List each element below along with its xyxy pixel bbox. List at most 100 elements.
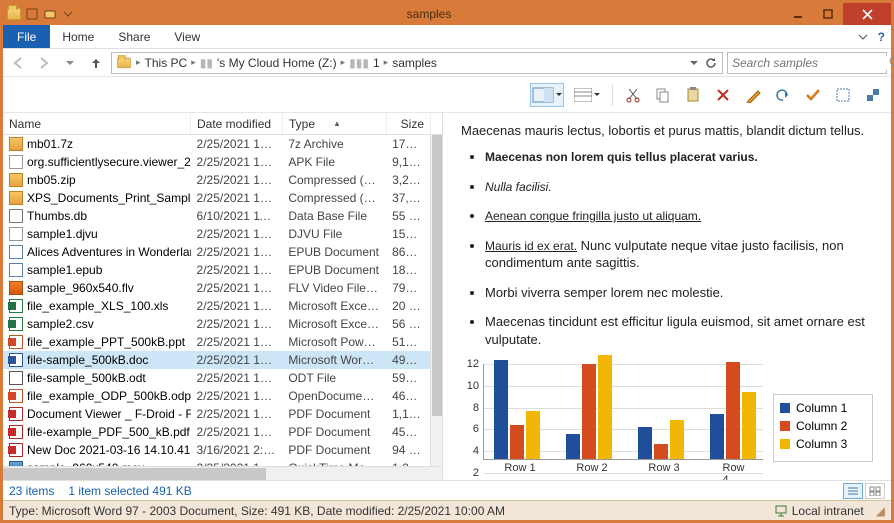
recent-locations-button[interactable] xyxy=(59,52,81,74)
file-size: 515 KB xyxy=(386,335,430,349)
file-type-icon xyxy=(9,281,23,295)
file-size: 865 KB xyxy=(386,245,430,259)
maximize-button[interactable] xyxy=(813,3,843,25)
file-row[interactable]: sample1.epub2/25/2021 10:00 AMEPUB Docum… xyxy=(3,261,430,279)
select-all-icon[interactable] xyxy=(831,83,855,107)
file-row[interactable]: New Doc 2021-03-16 14.10.41.pdf3/16/2021… xyxy=(3,441,430,459)
preview-pane-button[interactable] xyxy=(530,83,564,107)
horizontal-scrollbar[interactable] xyxy=(3,466,442,480)
file-row[interactable]: file-example_PDF_500_kB.pdf2/25/2021 10:… xyxy=(3,423,430,441)
breadcrumb-seg[interactable]: This PC xyxy=(145,56,188,70)
file-row[interactable]: Document Viewer _ F-Droid - Free a…2/25/… xyxy=(3,405,430,423)
qat-dropdown-icon[interactable] xyxy=(61,7,75,21)
address-bar[interactable]: ▸ This PC ▸ ▮▮ 's My Cloud Home (Z:) ▸ ▮… xyxy=(111,52,723,74)
col-type[interactable]: Type▲ xyxy=(283,113,387,134)
paste-icon[interactable] xyxy=(681,83,705,107)
status-selection: 1 item selected 491 KB xyxy=(68,484,191,498)
nav-bar: ▸ This PC ▸ ▮▮ 's My Cloud Home (Z:) ▸ ▮… xyxy=(3,49,891,77)
preview-lead: Maecenas mauris lectus, lobortis et puru… xyxy=(461,123,873,138)
file-name: file_example_ODP_500kB.odp xyxy=(27,389,191,403)
qat-newfolder-icon[interactable] xyxy=(43,7,57,21)
col-date[interactable]: Date modified xyxy=(191,113,283,134)
file-name: sample2.csv xyxy=(27,317,94,331)
breadcrumb-seg[interactable]: samples xyxy=(392,56,437,70)
view-layout-button[interactable] xyxy=(570,83,604,107)
file-size: 796 KB xyxy=(386,281,430,295)
bar xyxy=(710,414,724,460)
file-date: 2/25/2021 10:00 AM xyxy=(191,371,283,385)
file-row[interactable]: file_example_ODP_500kB.odp2/25/2021 10:0… xyxy=(3,387,430,405)
tab-view[interactable]: View xyxy=(162,25,212,48)
bar xyxy=(742,392,756,459)
cut-icon[interactable] xyxy=(621,83,645,107)
file-row[interactable]: sample_960x540.flv2/25/2021 10:00 AMFLV … xyxy=(3,279,430,297)
file-row[interactable]: Alices Adventures in Wonderland.ep…2/25/… xyxy=(3,243,430,261)
file-date: 2/25/2021 10:01 AM xyxy=(191,191,283,205)
file-size: 1,178 KB xyxy=(386,407,430,421)
file-row[interactable]: file_example_XLS_100.xls2/25/2021 10:00 … xyxy=(3,297,430,315)
minimize-button[interactable] xyxy=(783,3,813,25)
chart: 024681012 Row 1Row 2Row 3Row 4 Column 1C… xyxy=(461,364,873,480)
file-row[interactable]: sample_960x540.mov2/25/2021 10:00 AMQuic… xyxy=(3,459,430,466)
file-row[interactable]: mb01.7z2/25/2021 10:00 AM7z Archive176 K… xyxy=(3,135,430,153)
details-view-icon[interactable] xyxy=(843,483,863,499)
file-row[interactable]: Thumbs.db6/10/2021 11:13 AMData Base Fil… xyxy=(3,207,430,225)
column-headers[interactable]: Name Date modified Type▲ Size xyxy=(3,113,442,135)
search-box[interactable] xyxy=(727,52,887,74)
search-icon[interactable] xyxy=(889,56,894,69)
file-type: ODT File xyxy=(282,371,386,385)
resize-grip-icon[interactable]: ◢ xyxy=(876,504,885,518)
vertical-scrollbar[interactable] xyxy=(430,135,442,466)
breadcrumb-seg[interactable]: 's My Cloud Home (Z:) xyxy=(217,56,337,70)
thumbnails-view-icon[interactable] xyxy=(865,483,885,499)
file-date: 2/25/2021 10:00 AM xyxy=(191,353,283,367)
file-row[interactable]: file-sample_500kB.odt2/25/2021 10:00 AMO… xyxy=(3,369,430,387)
file-row[interactable]: sample2.csv2/25/2021 10:00 AMMicrosoft E… xyxy=(3,315,430,333)
file-row[interactable]: mb05.zip2/25/2021 10:00 AMCompressed (zi… xyxy=(3,171,430,189)
file-date: 2/25/2021 10:00 AM xyxy=(191,227,283,241)
file-rows[interactable]: mb01.7z2/25/2021 10:00 AM7z Archive176 K… xyxy=(3,135,430,466)
file-type: DJVU File xyxy=(282,227,386,241)
copy-icon[interactable] xyxy=(651,83,675,107)
file-row[interactable]: sample1.djvu2/25/2021 10:00 AMDJVU File1… xyxy=(3,225,430,243)
status-item-count: 23 items xyxy=(9,484,54,498)
file-row[interactable]: file-sample_500kB.doc2/25/2021 10:00 AMM… xyxy=(3,351,430,369)
file-date: 2/25/2021 10:00 AM xyxy=(191,281,283,295)
col-size[interactable]: Size xyxy=(387,113,431,134)
checkmark-icon[interactable] xyxy=(801,83,825,107)
file-date: 2/25/2021 10:00 AM xyxy=(191,389,283,403)
file-size: 176 KB xyxy=(386,137,430,151)
file-type: EPUB Document xyxy=(282,245,386,259)
delete-icon[interactable] xyxy=(711,83,735,107)
qat-properties-icon[interactable] xyxy=(25,7,39,21)
file-size: 37,801 KB xyxy=(386,191,430,205)
back-button[interactable] xyxy=(7,52,29,74)
col-name[interactable]: Name xyxy=(3,113,191,134)
rename-icon[interactable] xyxy=(741,83,765,107)
breadcrumb-seg[interactable]: 1 xyxy=(373,56,380,70)
undo-icon[interactable] xyxy=(771,83,795,107)
forward-button[interactable] xyxy=(33,52,55,74)
file-type-icon xyxy=(9,263,23,277)
file-size: 9,146 KB xyxy=(386,155,430,169)
folder-icon xyxy=(117,57,131,67)
refresh-icon[interactable] xyxy=(704,56,718,70)
file-row[interactable]: file_example_PPT_500kB.ppt2/25/2021 10:0… xyxy=(3,333,430,351)
file-size: 55 KB xyxy=(386,209,430,223)
file-date: 2/25/2021 10:00 AM xyxy=(191,425,283,439)
up-button[interactable] xyxy=(85,52,107,74)
file-type: PDF Document xyxy=(282,407,386,421)
tab-file[interactable]: File xyxy=(3,25,50,48)
file-row[interactable]: org.sufficientlysecure.viewer_2827.apk2/… xyxy=(3,153,430,171)
address-dropdown-icon[interactable] xyxy=(690,59,698,67)
file-row[interactable]: XPS_Documents_Print_Sample.zip2/25/2021 … xyxy=(3,189,430,207)
ribbon-expand-icon[interactable] xyxy=(858,32,868,42)
search-input[interactable] xyxy=(732,56,889,70)
network-zone: Local intranet xyxy=(792,504,864,518)
invert-selection-icon[interactable] xyxy=(861,83,885,107)
tab-home[interactable]: Home xyxy=(50,25,106,48)
help-icon[interactable]: ? xyxy=(878,30,885,44)
tab-share[interactable]: Share xyxy=(106,25,162,48)
bar xyxy=(510,425,524,459)
close-button[interactable] xyxy=(843,3,891,25)
